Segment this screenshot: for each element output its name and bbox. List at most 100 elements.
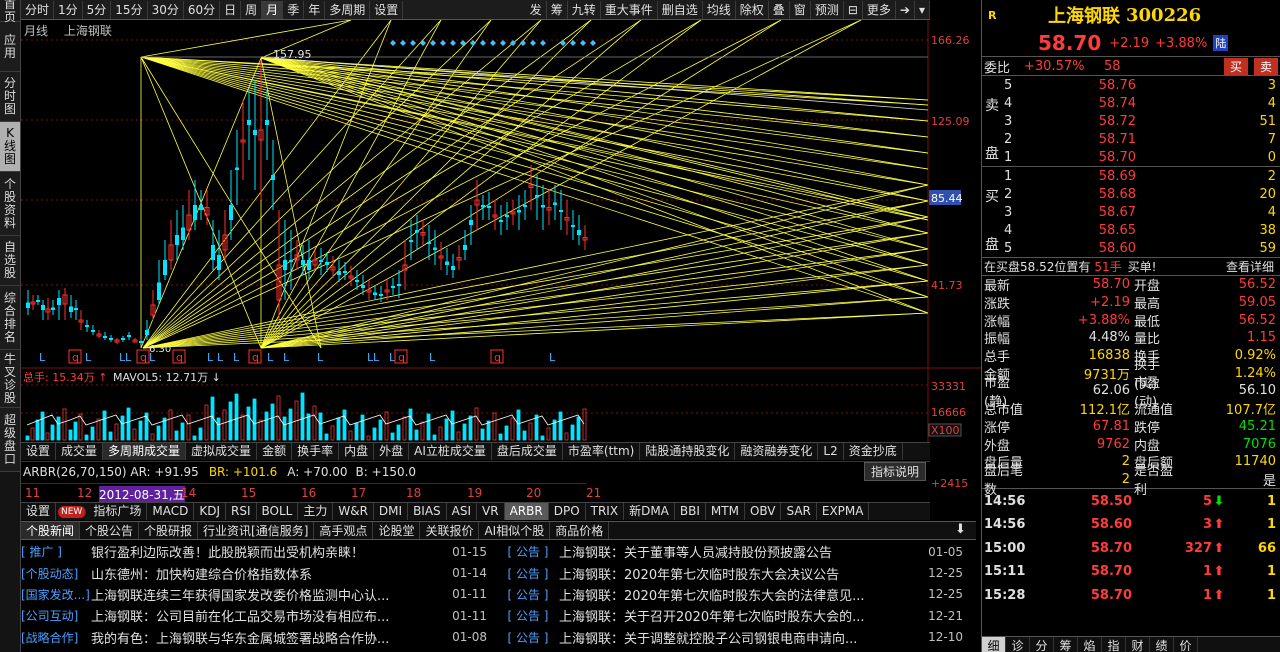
period-button-4[interactable]: 30分 bbox=[148, 0, 184, 19]
indicator-tab-17[interactable]: BBI bbox=[675, 503, 706, 520]
toolbar-icon-13[interactable]: ▾ bbox=[915, 0, 930, 19]
toolbar-item-9[interactable]: 预测 bbox=[811, 0, 844, 19]
news-category[interactable]: [公司互动] bbox=[21, 607, 91, 624]
notice-category[interactable]: [ 公告 ] bbox=[497, 565, 559, 582]
notice-category[interactable]: [ 公告 ] bbox=[497, 586, 559, 603]
quote-tab-7[interactable]: 绩 bbox=[1150, 637, 1174, 652]
period-button-9[interactable]: 季 bbox=[283, 0, 305, 19]
notice-title[interactable]: 上海钢联：2020年第七次临时股东大会决议公告 bbox=[559, 564, 919, 583]
news-left-item[interactable]: [战略合作] 我的有色：上海钢联与华东金属城签署战略合作协... 01-08 bbox=[21, 628, 497, 647]
indicator-tab-19[interactable]: OBV bbox=[745, 503, 782, 520]
period-button-6[interactable]: 日 bbox=[220, 0, 242, 19]
period-button-5[interactable]: 60分 bbox=[184, 0, 221, 19]
news-title[interactable]: 上海钢联：公司目前在化工品交易市场没有相应布... bbox=[91, 606, 441, 625]
kline-chart[interactable]: 166.26125.0985.4441.73157.956.30L q L L Lq Lq… bbox=[21, 20, 981, 450]
period-button-1[interactable]: 1分 bbox=[54, 0, 83, 19]
news-title[interactable]: 银行盈利边际改善！此股脱颖而出受机构亲睐！ bbox=[91, 542, 441, 561]
notice-category[interactable]: [ 公告 ] bbox=[497, 543, 559, 560]
volume-indicator-tab-13[interactable]: L2 bbox=[818, 443, 844, 460]
volume-indicator-tab-0[interactable]: 设置 bbox=[21, 443, 57, 460]
indicator-tab-1[interactable]: NEW bbox=[58, 505, 87, 518]
period-button-11[interactable]: 多周期 bbox=[325, 0, 371, 19]
quote-tab-0[interactable]: 细 bbox=[982, 637, 1006, 652]
indicator-tab-11[interactable]: ASI bbox=[447, 503, 478, 520]
period-button-10[interactable]: 年 bbox=[304, 0, 326, 19]
notice-title[interactable]: 上海钢联：关于董事等人员减持股份预披露公告 bbox=[559, 542, 919, 561]
indicator-tab-2[interactable]: 指标广场 bbox=[88, 503, 148, 520]
news-title[interactable]: 我的有色：上海钢联与华东金属城签署战略合作协... bbox=[91, 628, 441, 647]
quote-tab-1[interactable]: 诊 bbox=[1006, 637, 1030, 652]
notice-category[interactable]: [ 公告 ] bbox=[497, 607, 559, 624]
indicator-tab-10[interactable]: BIAS bbox=[408, 503, 447, 520]
news-category[interactable]: [个股动态] bbox=[21, 565, 91, 582]
period-button-0[interactable]: 分时 bbox=[21, 0, 55, 19]
news-left-item[interactable]: [公司互动] 上海钢联：公司目前在化工品交易市场没有相应布... 01-11 bbox=[21, 606, 497, 626]
news-tab-8[interactable]: 商品价格 bbox=[550, 522, 610, 539]
volume-indicator-tab-4[interactable]: 金额 bbox=[257, 443, 293, 460]
quote-tab-8[interactable]: 价 bbox=[1174, 637, 1198, 652]
indicator-tab-21[interactable]: EXPMA bbox=[817, 503, 870, 520]
indicator-tab-18[interactable]: MTM bbox=[706, 503, 745, 520]
indicator-tab-14[interactable]: DPO bbox=[549, 503, 586, 520]
buy-button[interactable]: 买 bbox=[1223, 57, 1248, 75]
quote-tab-4[interactable]: 焰 bbox=[1078, 637, 1102, 652]
vtab-8[interactable]: 超级盘口 bbox=[0, 408, 20, 472]
indicator-tab-20[interactable]: SAR bbox=[781, 503, 817, 520]
toolbar-item-7[interactable]: 叠 bbox=[769, 0, 790, 19]
toolbar-item-0[interactable]: 发 bbox=[526, 0, 547, 19]
volume-indicator-tab-5[interactable]: 换手率 bbox=[292, 443, 340, 460]
news-tab-3[interactable]: 行业资讯[通信服务] bbox=[198, 522, 315, 539]
volume-indicator-tab-11[interactable]: 陆股通持股变化 bbox=[640, 443, 736, 460]
news-tab-2[interactable]: 个股研报 bbox=[139, 522, 199, 539]
vtab-4[interactable]: 个股资料 bbox=[0, 172, 20, 236]
vtab-6[interactable]: 综合排名 bbox=[0, 286, 20, 350]
notice-right-item[interactable]: [ 公告 ] 上海钢联：2020年第七次临时股东大会决议公告 12-25 bbox=[497, 564, 973, 583]
indicator-tab-13[interactable]: ARBR bbox=[504, 503, 549, 520]
news-category[interactable]: [ 推广 ] bbox=[21, 543, 91, 560]
quote-tab-6[interactable]: 财 bbox=[1126, 637, 1150, 652]
toolbar-item-3[interactable]: 重大事件 bbox=[601, 0, 658, 19]
indicator-tab-3[interactable]: MACD bbox=[147, 503, 195, 520]
indicator-tab-6[interactable]: BOLL bbox=[257, 503, 299, 520]
news-tab-6[interactable]: 关联报价 bbox=[420, 522, 480, 539]
sell-button[interactable]: 卖 bbox=[1253, 57, 1278, 75]
toolbar-icon-10[interactable]: ⊟ bbox=[844, 0, 863, 19]
news-tab-0[interactable]: 个股新闻 bbox=[21, 522, 81, 539]
vtab-0[interactable]: 首页 bbox=[0, 0, 20, 23]
download-icon[interactable]: ⬇ bbox=[955, 522, 966, 537]
news-left-item[interactable]: [ 推广 ] 银行盈利边际改善！此股脱颖而出受机构亲睐！ 01-15 bbox=[21, 542, 497, 562]
notice-right-item[interactable]: [ 公告 ] 上海钢联：关于召开2020年第七次临时股东大会的... 12-21 bbox=[497, 606, 973, 626]
notice-right-item[interactable]: [ 公告 ] 上海钢联：2020年第七次临时股东大会的法律意见... 12-25 bbox=[497, 585, 973, 604]
indicator-tab-15[interactable]: TRIX bbox=[586, 503, 625, 520]
news-left-item[interactable]: [个股动态] 山东德州：加快构建综合价格指数体系 01-14 bbox=[21, 564, 497, 583]
notice-title[interactable]: 上海钢联：2020年第七次临时股东大会的法律意见... bbox=[559, 585, 919, 604]
notice-title[interactable]: 上海钢联：关于召开2020年第七次临时股东大会的... bbox=[559, 606, 919, 625]
toolbar-item-11[interactable]: 更多 bbox=[863, 0, 896, 19]
toolbar-icon-12[interactable]: ➔ bbox=[896, 0, 915, 19]
vtab-5[interactable]: 自选股 bbox=[0, 236, 20, 286]
notice-title[interactable]: 上海钢联：关于调整就控股子公司钢银电商申请向... bbox=[559, 628, 919, 647]
news-category[interactable]: [国家发改...] bbox=[21, 586, 91, 603]
vtab-3[interactable]: K线图 bbox=[0, 122, 20, 172]
indicator-tab-4[interactable]: KDJ bbox=[194, 503, 226, 520]
period-button-2[interactable]: 5分 bbox=[83, 0, 112, 19]
indicator-tab-7[interactable]: 主力 bbox=[298, 503, 334, 520]
news-title[interactable]: 山东德州：加快构建综合价格指数体系 bbox=[91, 564, 441, 583]
quote-tab-3[interactable]: 筹 bbox=[1054, 637, 1078, 652]
volume-indicator-tab-12[interactable]: 融资融券变化 bbox=[735, 443, 819, 460]
period-button-8[interactable]: 月 bbox=[262, 0, 284, 19]
indicator-tab-16[interactable]: 新DMA bbox=[624, 503, 675, 520]
news-category[interactable]: [战略合作] bbox=[21, 629, 91, 646]
toolbar-item-2[interactable]: 九转 bbox=[568, 0, 601, 19]
toolbar-item-6[interactable]: 除权 bbox=[736, 0, 769, 19]
indicator-help-button[interactable]: 指标说明 bbox=[863, 462, 926, 481]
volume-indicator-tab-2[interactable]: 多周期成交量 bbox=[103, 443, 187, 460]
volume-indicator-tab-6[interactable]: 内盘 bbox=[339, 443, 375, 460]
tip-detail-link[interactable]: 查看详细 bbox=[1226, 258, 1274, 275]
indicator-tab-5[interactable]: RSI bbox=[226, 503, 257, 520]
notice-right-item[interactable]: [ 公告 ] 上海钢联：关于董事等人员减持股份预披露公告 01-05 bbox=[497, 542, 973, 562]
news-tab-7[interactable]: AI相似个股 bbox=[479, 522, 551, 539]
period-button-3[interactable]: 15分 bbox=[111, 0, 148, 19]
volume-indicator-tab-8[interactable]: AI立桩成交量 bbox=[409, 443, 492, 460]
indicator-tab-9[interactable]: DMI bbox=[374, 503, 409, 520]
